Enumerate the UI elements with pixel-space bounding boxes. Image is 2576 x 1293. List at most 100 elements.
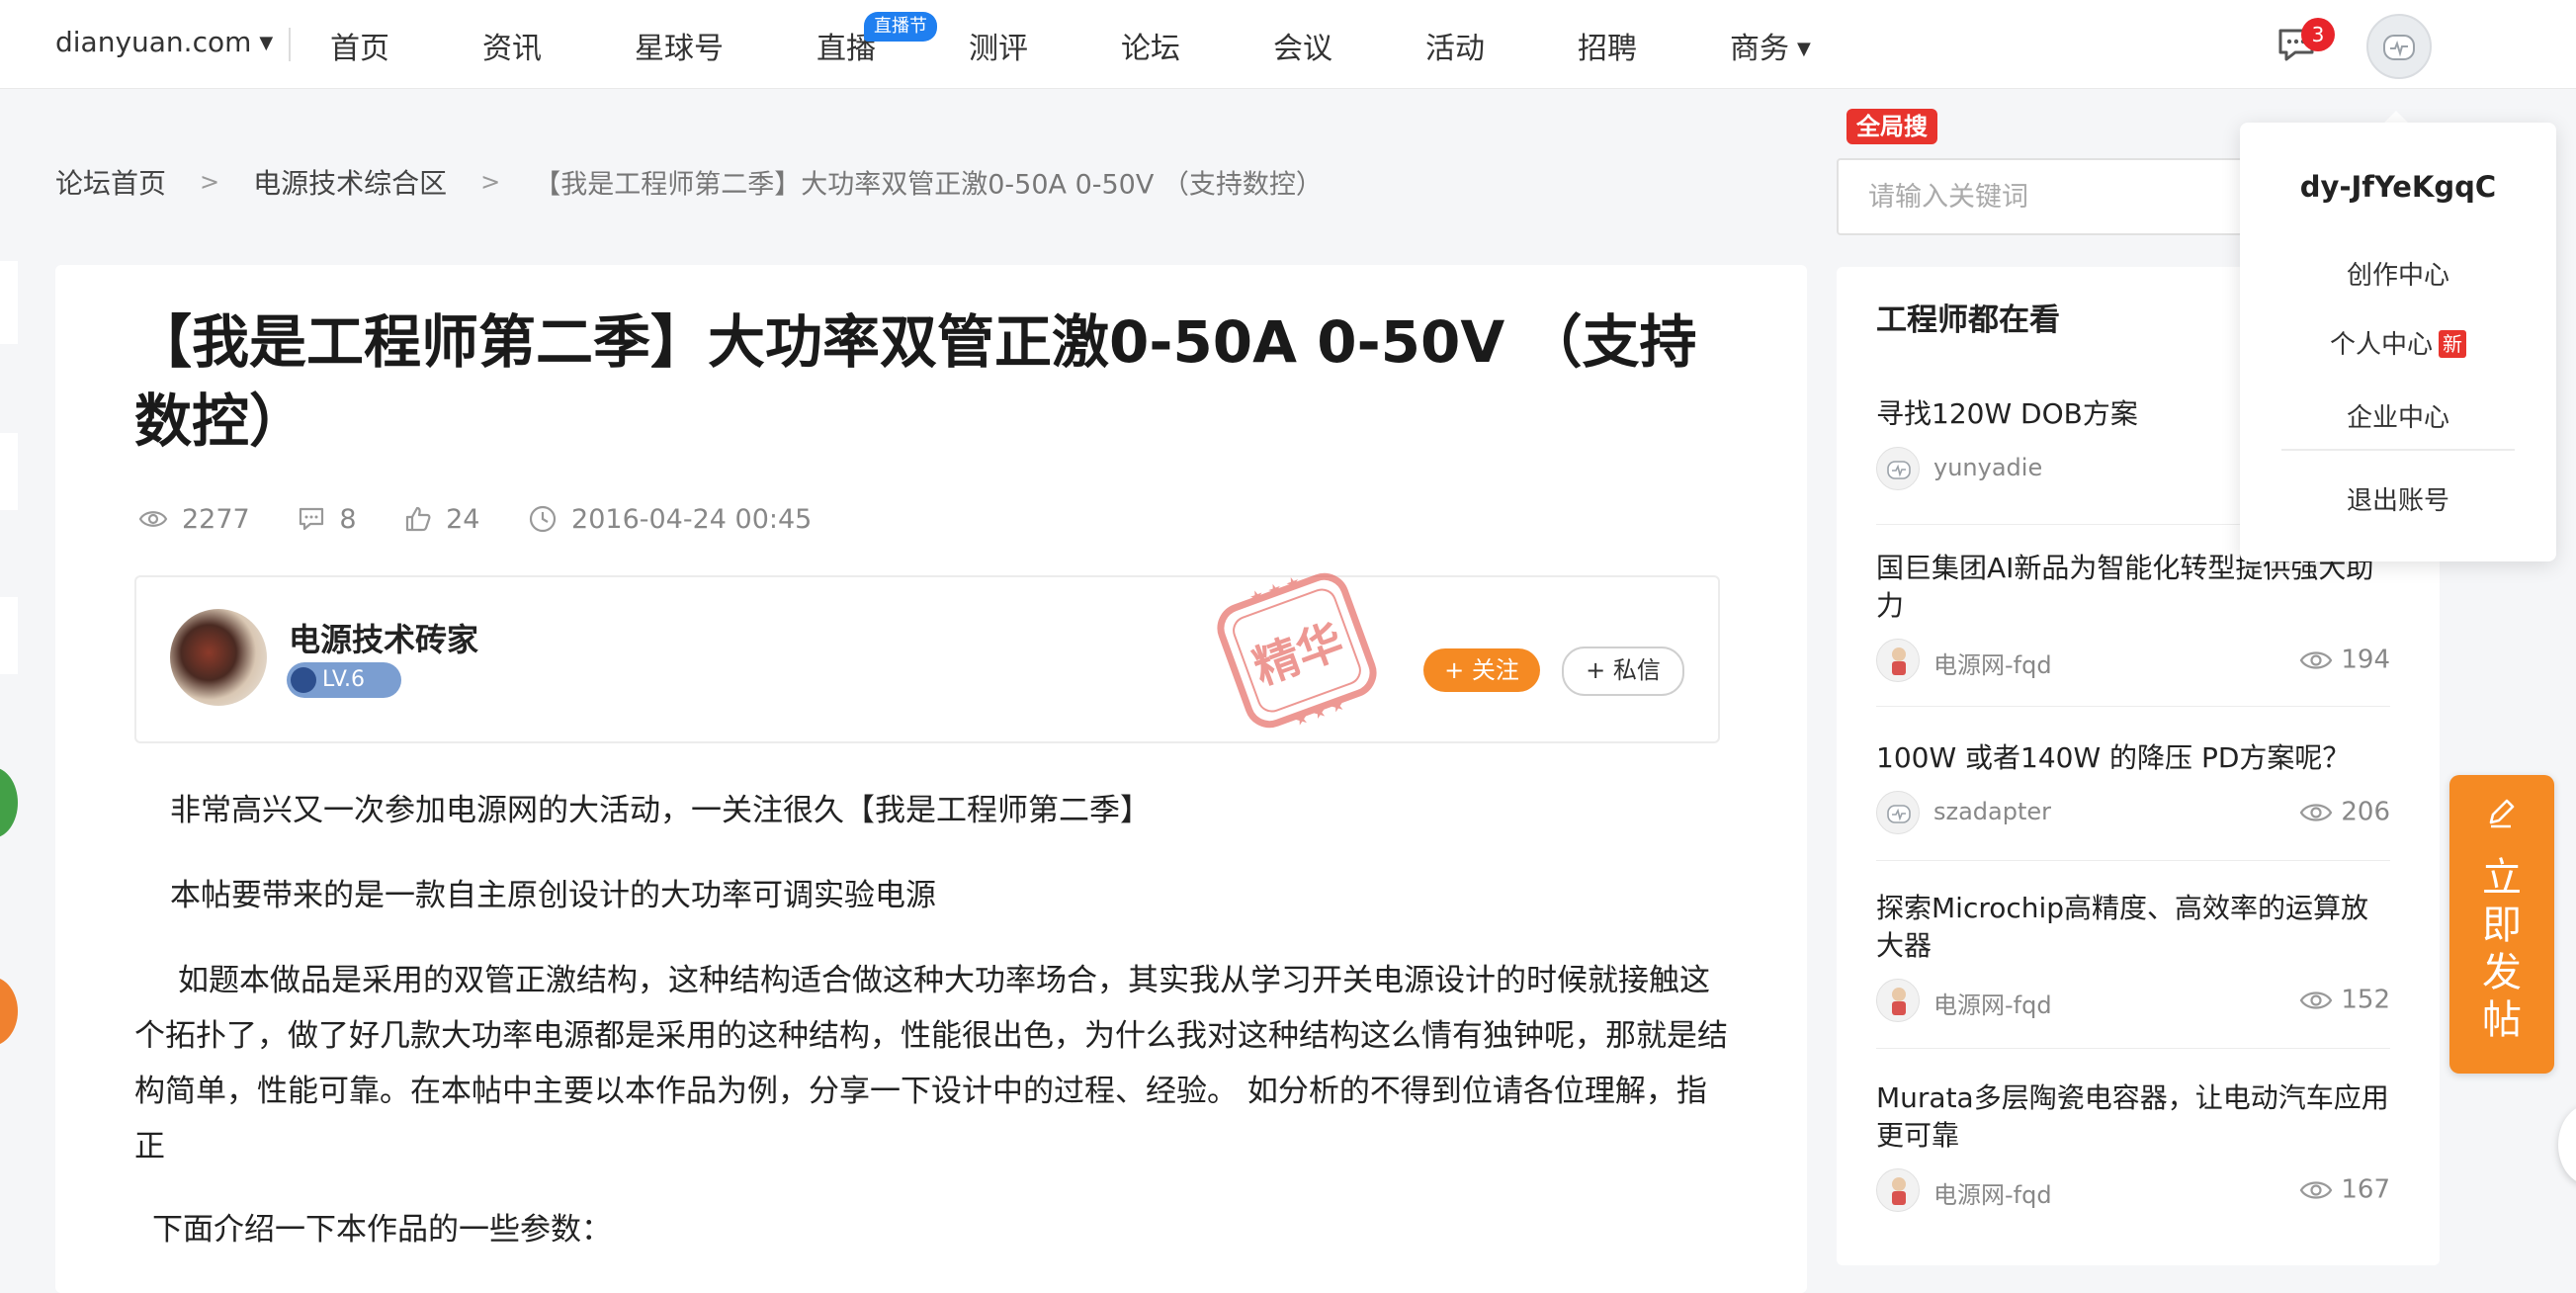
divider: [1876, 1048, 2390, 1049]
list-item-meta: 电源网-fqd 167: [1876, 1168, 2390, 1214]
new-post-label-char: 发: [2482, 950, 2522, 995]
nav-business-label: 商务: [1730, 32, 1789, 66]
article-paragraph: 下面介绍一下本作品的一些参数：: [152, 1212, 612, 1248]
article-paragraph: 如题本做品是采用的双管正激结构，这种结构适合做这种大功率场合，其实我从学习开关电…: [134, 963, 1728, 1164]
article-title: 【我是工程师第二季】大功率双管正激0-50A 0-50V （支持数控）: [134, 308, 1697, 455]
level-icon: [291, 667, 316, 693]
dropdown-arrow: [2384, 111, 2408, 123]
svg-text:★ ★ ★: ★ ★ ★: [1291, 694, 1346, 730]
list-item-meta: 电源网-fqd 194: [1876, 639, 2390, 684]
list-item-title[interactable]: Murata多层陶瓷电容器，让电动汽车应用更可靠: [1876, 1079, 2390, 1155]
divider: [2281, 449, 2515, 451]
list-item-author[interactable]: 电源网-fqd: [1933, 1175, 2052, 1210]
nav-jobs[interactable]: 招聘: [1578, 24, 1637, 67]
nav-business[interactable]: 商务 ▼: [1730, 24, 1811, 67]
list-item-title[interactable]: 100W 或者140W 的降压 PD方案呢？: [1876, 739, 2390, 777]
site-name: dianyuan.com: [55, 26, 252, 58]
new-post-button[interactable]: 立即发帖: [2449, 775, 2554, 1074]
pen-icon: [2489, 799, 2515, 828]
message-count-badge: 3: [2301, 18, 2335, 51]
site-switcher[interactable]: dianyuan.com ▼: [55, 26, 273, 58]
avatar: [1876, 447, 1920, 490]
right-edge-button[interactable]: [2558, 1105, 2576, 1184]
user-avatar[interactable]: [2366, 14, 2432, 79]
list-item-author[interactable]: 电源网-fqd: [1933, 986, 2052, 1020]
chevron-right-icon: >: [480, 168, 501, 196]
author-avatar[interactable]: [170, 609, 267, 706]
breadcrumb-forum-home[interactable]: 论坛首页: [55, 167, 166, 200]
breadcrumb: 论坛首页 > 电源技术综合区 > 【我是工程师第二季】大功率双管正激0-50A 0-50…: [55, 162, 1323, 202]
essence-stamp: ★ ★ ★ 精华 ★ ★ ★: [1206, 560, 1388, 741]
author-level-badge: LV.6: [287, 662, 401, 698]
nav-review[interactable]: 测评: [969, 24, 1028, 67]
menu-item-creator-center[interactable]: 创作中心: [2240, 255, 2556, 292]
list-item-author[interactable]: 电源网-fqd: [1933, 646, 2052, 680]
left-edge-orange-button[interactable]: [0, 977, 18, 1046]
new-post-label-char: 即: [2482, 903, 2522, 948]
breadcrumb-section[interactable]: 电源技术综合区: [253, 167, 447, 200]
new-post-label-char: 立: [2482, 855, 2522, 901]
nav-planet[interactable]: 星球号: [635, 24, 724, 67]
left-edge-panel: [0, 433, 18, 510]
list-item-views: 167: [2299, 1174, 2390, 1205]
live-festival-badge: 直播节: [864, 12, 937, 42]
menu-item-logout[interactable]: 退出账号: [2240, 480, 2556, 517]
list-item-meta: szadapter 206: [1876, 791, 2390, 836]
article-meta: 2277 8 24 2016-04-24 00:45: [138, 502, 851, 542]
like-count[interactable]: 24: [404, 503, 479, 535]
left-edge-panel: [0, 597, 18, 674]
list-item[interactable]: 国巨集团AI新品为智能化转型提供强大助力 电源网-fqd 194: [1876, 550, 2390, 684]
nav-divider: [289, 28, 291, 61]
list-item-author[interactable]: yunyadie: [1933, 454, 2042, 481]
eye-icon: [138, 511, 168, 527]
menu-item-enterprise-center[interactable]: 企业中心: [2240, 397, 2556, 434]
new-badge: 新: [2439, 330, 2466, 358]
list-item-meta: 电源网-fqd 152: [1876, 979, 2390, 1024]
nav-news[interactable]: 资讯: [482, 24, 542, 67]
list-item-title[interactable]: 探索Microchip高精度、高效率的运算放大器: [1876, 890, 2390, 965]
follow-button[interactable]: + 关注: [1423, 648, 1540, 692]
list-item-views: 194: [2299, 645, 2390, 675]
article-paragraph: 本帖要带来的是一款自主原创设计的大功率可调实验电源: [170, 878, 936, 913]
breadcrumb-current: 【我是工程师第二季】大功率双管正激0-50A 0-50V （支持数控）: [534, 169, 1323, 201]
avatar: [1876, 639, 1920, 682]
divider: [1876, 706, 2390, 707]
caret-down-icon: ▼: [1797, 39, 1811, 59]
eye-icon: [2300, 991, 2333, 1009]
nav-forum[interactable]: 论坛: [1121, 24, 1180, 67]
chevron-right-icon: >: [200, 168, 220, 196]
article-paragraph: 非常高兴又一次参加电源网的大活动，一关注很久【我是工程师第二季】: [170, 793, 1151, 828]
nav-home[interactable]: 首页: [330, 24, 389, 67]
left-edge-panel: [0, 261, 18, 344]
author-name[interactable]: 电源技术砖家: [289, 615, 478, 660]
eye-icon: [2300, 650, 2333, 669]
caret-down-icon: ▼: [259, 33, 274, 53]
divider: [1876, 860, 2390, 861]
essence-stamp-text: 精华: [1246, 614, 1350, 695]
new-post-label: 立即发帖: [2449, 854, 2554, 1044]
list-item-views: 206: [2299, 797, 2390, 827]
comment-count: 8: [298, 503, 357, 535]
engineers-reading-title: 工程师都在看: [1876, 302, 2060, 338]
comment-icon: [300, 507, 324, 531]
search-input[interactable]: [1837, 158, 2272, 235]
list-item[interactable]: 100W 或者140W 的降压 PD方案呢？ szadapter 206: [1876, 739, 2390, 836]
avatar: [1876, 791, 1920, 834]
global-search-badge: 全局搜: [1846, 109, 1937, 144]
avatar: [1876, 1168, 1920, 1212]
list-item[interactable]: 探索Microchip高精度、高效率的运算放大器 电源网-fqd 152: [1876, 890, 2390, 1024]
new-post-label-char: 帖: [2482, 997, 2522, 1043]
list-item-author[interactable]: szadapter: [1933, 798, 2051, 825]
thumbs-up-icon: [405, 506, 431, 532]
user-menu-username: dy-JfYeKgqC: [2299, 170, 2497, 204]
clock-icon: [529, 505, 557, 533]
private-message-button[interactable]: + 私信: [1562, 646, 1684, 696]
list-item[interactable]: Murata多层陶瓷电容器，让电动汽车应用更可靠 电源网-fqd 167: [1876, 1079, 2390, 1214]
avatar: [1876, 979, 1920, 1022]
nav-conference[interactable]: 会议: [1273, 24, 1332, 67]
menu-item-personal-center[interactable]: 个人中心新: [2240, 324, 2556, 361]
svg-text:★ ★ ★: ★ ★ ★: [1246, 571, 1302, 607]
nav-activity[interactable]: 活动: [1425, 24, 1485, 67]
list-item-views: 152: [2299, 985, 2390, 1015]
left-edge-green-button[interactable]: [0, 767, 18, 838]
